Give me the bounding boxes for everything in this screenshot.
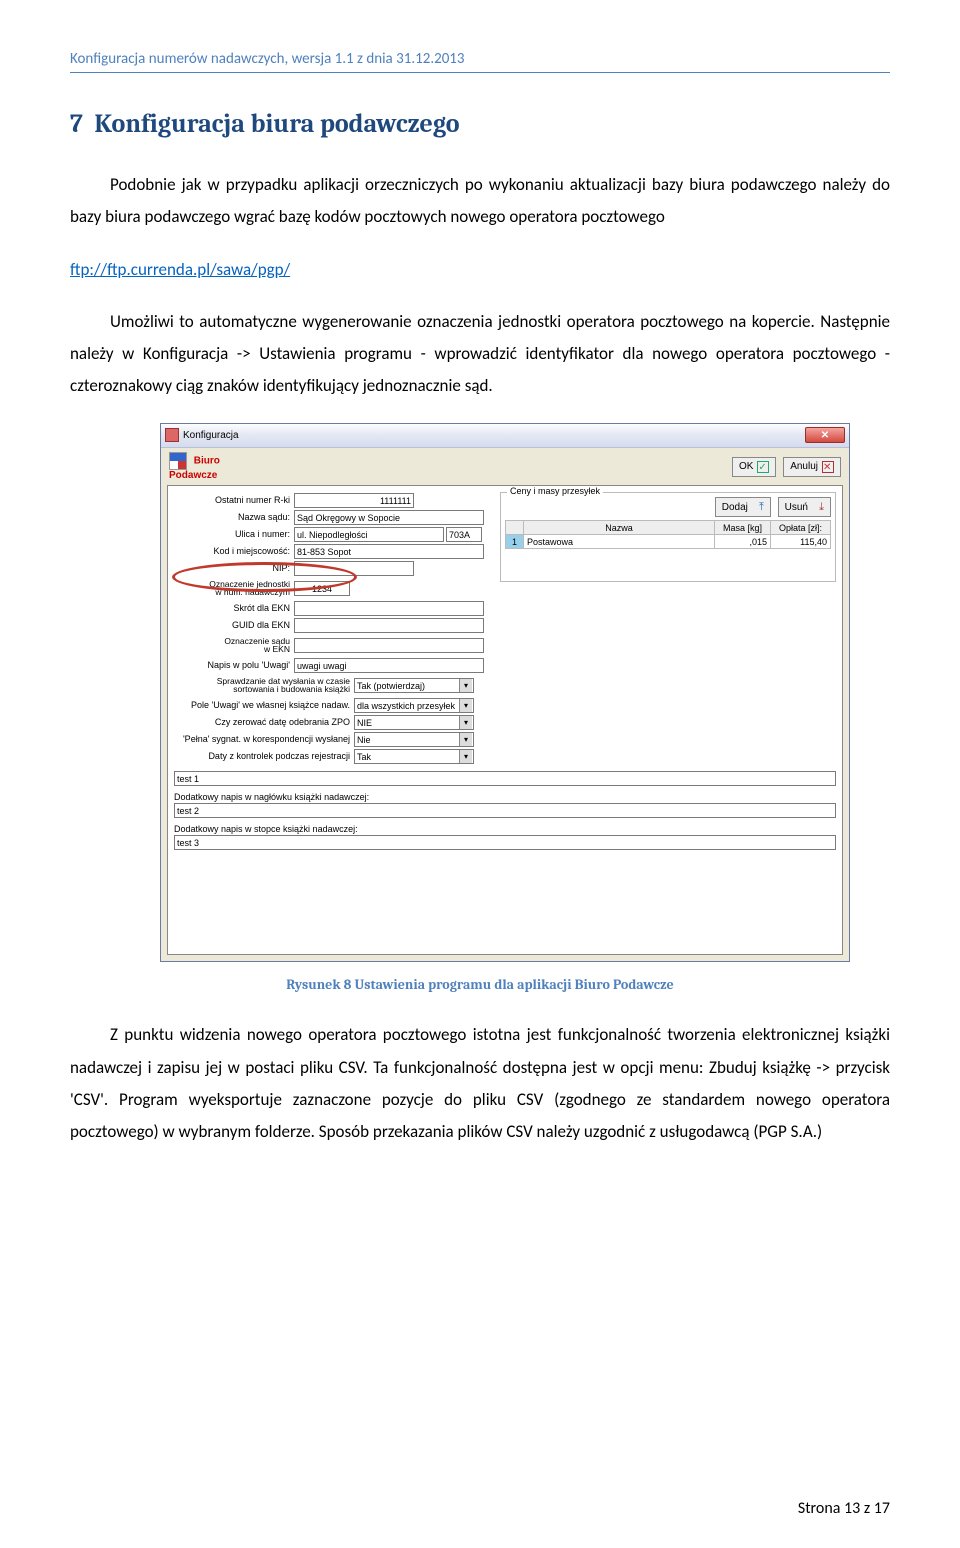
ceny-title: Ceny i masy przesyłek [507, 486, 603, 496]
input-test3[interactable]: test 3 [174, 835, 836, 850]
paragraph-3: Z punktu widzenia nowego operatora poczt… [70, 1019, 890, 1148]
input-nip[interactable] [294, 561, 414, 576]
input-ulica-num[interactable]: 703A [446, 527, 482, 542]
select-pole-uwagi[interactable]: dla wszystkich przesyłek [354, 698, 474, 713]
label-pelna: 'Pełna' sygnat. w korespondencji wysłane… [174, 734, 354, 744]
label-pole-uwagi: Pole 'Uwagi' we własnej książce nadaw. [174, 700, 354, 710]
window-title: Konfiguracja [183, 430, 239, 441]
figure-caption: Rysunek 8 Ustawienia programu dla aplika… [70, 976, 890, 993]
input-napis-uwagi[interactable]: uwagi uwagi [294, 658, 484, 673]
input-test1[interactable]: test 1 [174, 771, 836, 786]
label-ostatni: Ostatni numer R-ki [174, 495, 294, 505]
label-nip: NIP: [174, 563, 294, 573]
left-column: Ostatni numer R-ki 1111111 Nazwa sądu: S… [174, 492, 490, 765]
label-nazwa-sadu: Nazwa sądu: [174, 512, 294, 522]
page-header: Konfiguracja numerów nadawczych, wersja … [70, 50, 890, 73]
label-dod1: Dodatkowy napis w nagłówku książki nadaw… [174, 792, 836, 802]
label-guid-ekn: GUID dla EKN [174, 620, 294, 630]
input-test2[interactable]: test 2 [174, 803, 836, 818]
label-skrot-ekn: Skrót dla EKN [174, 603, 294, 613]
ftp-link[interactable]: ftp://ftp.currenda.pl/sawa/pgp/ [70, 259, 290, 280]
table-row[interactable]: 1 Postawowa ,015 115,40 [506, 535, 831, 549]
section-title-text: Konfiguracja biura podawczego [94, 109, 459, 139]
col-oplata: Opłata [zł]: [771, 521, 831, 535]
select-zerowac[interactable]: NIE [354, 715, 474, 730]
input-guid-ekn[interactable] [294, 618, 484, 633]
ceny-table[interactable]: Nazwa Masa [kg] Opłata [zł]: 1 Postawowa… [505, 520, 831, 549]
label-zerowac: Czy zerować datę odebrania ZPO [174, 717, 354, 727]
label-oznaczenie: Oznaczenie jednostkiw num. nadawczym [174, 580, 294, 597]
input-ostatni[interactable]: 1111111 [294, 493, 414, 508]
close-icon[interactable]: ✕ [805, 427, 845, 443]
label-napis-uwagi: Napis w polu 'Uwagi' [174, 660, 294, 670]
window-subheader: BiuroPodawcze OK Anuluj [161, 448, 849, 486]
label-dod2: Dodatkowy napis w stopce książki nadawcz… [174, 824, 836, 834]
section-number: 7 [70, 109, 83, 139]
link-paragraph: ftp://ftp.currenda.pl/sawa/pgp/ [70, 254, 890, 286]
right-column: Ceny i masy przesyłek Dodaj Usuń [500, 492, 836, 765]
app-icon [165, 428, 179, 442]
select-pelna[interactable]: Nie [354, 732, 474, 747]
module-icon [169, 452, 187, 470]
remove-button[interactable]: Usuń [778, 497, 831, 517]
config-window: Konfiguracja ✕ BiuroPodawcze OK Anuluj [160, 423, 850, 963]
section-heading: 7 Konfiguracja biura podawczego [70, 109, 890, 139]
input-ulica[interactable]: ul. Niepodległości [294, 527, 444, 542]
col-masa: Masa [kg] [715, 521, 771, 535]
label-ulica: Ulica i numer: [174, 529, 294, 539]
page-footer: Strona 13 z 17 [798, 1499, 890, 1518]
label-daty: Daty z kontrolek podczas rejestracji [174, 751, 354, 761]
window-body: Ostatni numer R-ki 1111111 Nazwa sądu: S… [167, 485, 843, 955]
table-header: Nazwa Masa [kg] Opłata [zł]: [506, 521, 831, 535]
paragraph-2: Umożliwi to automatyczne wygenerowanie o… [70, 306, 890, 403]
ok-button[interactable]: OK [732, 457, 776, 477]
input-nazwa-sadu[interactable]: Sąd Okręgowy w Sopocie [294, 510, 484, 525]
add-button[interactable]: Dodaj [715, 497, 771, 517]
dialog-buttons: OK Anuluj [728, 457, 841, 477]
input-oznaczenie[interactable]: 1234 [294, 581, 350, 596]
label-oznsad: Oznaczenie sąduw EKN [174, 637, 294, 654]
input-kod[interactable]: 81-853 Sopot [294, 544, 484, 559]
paragraph-1: Podobnie jak w przypadku aplikacji orzec… [70, 169, 890, 234]
cancel-button[interactable]: Anuluj [783, 457, 841, 477]
screenshot-figure: Konfiguracja ✕ BiuroPodawcze OK Anuluj [160, 423, 890, 963]
select-daty[interactable]: Tak [354, 749, 474, 764]
label-sprawdz: Sprawdzanie dat wysłania w czasiesortowa… [174, 677, 354, 694]
col-nazwa: Nazwa [524, 521, 715, 535]
label-kod: Kod i miejscowość: [174, 546, 294, 556]
input-oznsad[interactable] [294, 638, 484, 653]
select-sprawdz[interactable]: Tak (potwierdzaj) [354, 678, 474, 693]
window-titlebar: Konfiguracja ✕ [161, 424, 849, 448]
input-skrot-ekn[interactable] [294, 601, 484, 616]
ceny-groupbox: Ceny i masy przesyłek Dodaj Usuń [500, 492, 836, 582]
